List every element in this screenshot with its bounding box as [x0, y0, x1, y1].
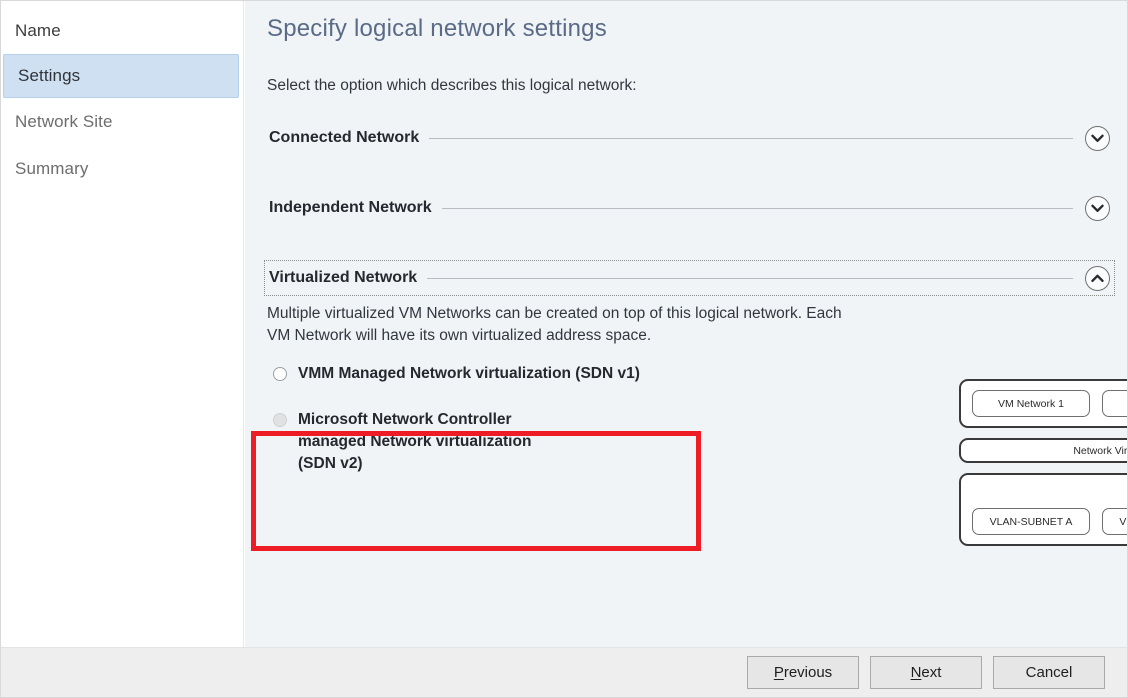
section-divider [427, 277, 1073, 279]
virtualized-description-line2: VM Network will have its own virtualized… [267, 327, 652, 344]
wizard-dialog: Name Settings Network Site Summary Speci… [0, 0, 1128, 698]
sidebar-item-label: Summary [15, 158, 89, 178]
chevron-down-icon[interactable] [1085, 125, 1110, 151]
accelerator-letter: N [910, 664, 922, 681]
chevron-down-icon[interactable] [1085, 195, 1110, 221]
button-label-rest: revious [783, 664, 833, 681]
sidebar-item-label: Settings [18, 66, 81, 85]
section-header-connected-network[interactable]: Connected Network [265, 121, 1114, 155]
vlan-subnet-chip: VLAN-SUBNET A [972, 508, 1090, 535]
section-header-virtualized-network[interactable]: Virtualized Network [264, 260, 1115, 296]
accelerator-letter: P [773, 664, 784, 681]
page-title: Specify logical network settings [267, 15, 607, 42]
radio-disabled-icon[interactable] [273, 413, 287, 427]
sidebar-item-label: Network Site [15, 111, 113, 131]
vm-network-chip: VM Network 2 [1102, 390, 1127, 417]
sidebar-item-summary[interactable]: Summary [1, 145, 243, 192]
logical-network-caption: Logical Network [972, 484, 1127, 508]
radio-unchecked-icon[interactable] [273, 367, 287, 381]
sidebar-item-settings[interactable]: Settings [3, 54, 239, 98]
radio-option-sdn-v1[interactable]: VMM Managed Network virtualization (SDN … [267, 363, 717, 385]
section-divider [429, 137, 1073, 139]
network-topology-diagram: VM Network 1 VM Network 2 ... Network Vi… [959, 379, 1127, 556]
vm-networks-container: VM Network 1 VM Network 2 ... [959, 379, 1127, 428]
previous-button[interactable]: Previous [747, 656, 859, 689]
section-title: Connected Network [269, 129, 420, 146]
radio-option-sdn-v2[interactable]: Microsoft Network Controller managed Net… [267, 409, 717, 475]
section-header-independent-network[interactable]: Independent Network [265, 191, 1114, 225]
wizard-step-sidebar: Name Settings Network Site Summary [1, 1, 244, 649]
network-virtualization-layer: Network Virtualization [959, 438, 1127, 463]
sidebar-item-label: Name [15, 20, 61, 40]
content-pane: Specify logical network settings Select … [245, 1, 1127, 649]
section-divider [441, 207, 1073, 209]
next-button[interactable]: Next [870, 656, 982, 689]
cancel-button[interactable]: Cancel [993, 656, 1105, 689]
section-title: Independent Network [269, 199, 432, 216]
chevron-up-icon[interactable] [1085, 265, 1110, 291]
radio-option-label: Microsoft Network Controller managed Net… [298, 411, 532, 472]
sidebar-item-network-site[interactable]: Network Site [1, 98, 243, 145]
radio-option-label: VMM Managed Network virtualization (SDN … [298, 365, 640, 382]
section-title: Virtualized Network [269, 269, 418, 286]
button-label-rest: ext [921, 664, 942, 681]
vm-network-chip: VM Network 1 [972, 390, 1090, 417]
sidebar-item-name[interactable]: Name [1, 7, 243, 54]
intro-text: Select the option which describes this l… [267, 77, 637, 94]
button-label: Cancel [1025, 664, 1073, 681]
dialog-footer: Previous Next Cancel [1, 647, 1127, 697]
vlan-subnet-chip: VLAN-SUBNET B [1102, 508, 1127, 535]
logical-network-container: Logical Network VLAN-SUBNET A VLAN-SUBNE… [959, 473, 1127, 546]
virtualized-description-line1: Multiple virtualized VM Networks can be … [267, 305, 842, 322]
